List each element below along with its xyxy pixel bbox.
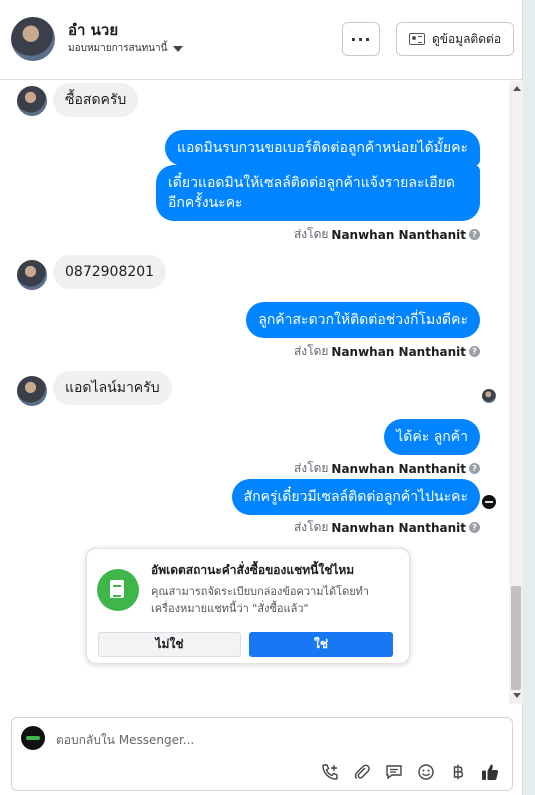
caret-down-icon xyxy=(173,45,184,52)
order-receipt-icon xyxy=(97,569,139,611)
scroll-up-arrow-icon[interactable] xyxy=(513,86,521,91)
sent-by-prefix: ส่งโดย xyxy=(293,520,329,534)
scroll-down-arrow-icon[interactable] xyxy=(513,693,521,698)
saved-reply-icon[interactable] xyxy=(384,762,404,782)
sent-by-agent: Nanwhan Nanthanit xyxy=(331,227,466,242)
sent-by-prefix: ส่งโดย xyxy=(293,461,329,475)
help-icon[interactable]: ? xyxy=(469,346,480,357)
message-thread[interactable]: ซื้อสดครับ แอดมินรบกวนขอเบอร์ติดต่อลูกค้… xyxy=(0,81,509,704)
reply-input[interactable] xyxy=(56,730,496,750)
outgoing-message: ได้ค่ะ ลูกค้า xyxy=(384,419,480,455)
sent-by-info: ส่งโดย Nanwhan Nanthanit ? xyxy=(294,518,480,537)
order-status-card: อัพเดตสถานะคำสั่งซื้อของแชทนี้ใช่ไหม คุณ… xyxy=(86,548,410,664)
contact-card-icon xyxy=(408,33,425,45)
call-add-icon[interactable] xyxy=(320,762,340,782)
sender-avatar xyxy=(17,260,47,290)
attachment-icon[interactable] xyxy=(352,762,372,782)
scroll-thumb[interactable] xyxy=(511,586,521,690)
message-composer xyxy=(11,717,513,791)
thread-scrollbar[interactable] xyxy=(509,81,523,704)
thumbs-up-icon[interactable] xyxy=(480,762,500,782)
sent-by-info: ส่งโดย Nanwhan Nanthanit ? xyxy=(294,459,480,478)
order-yes-button[interactable]: ใช่ xyxy=(249,632,393,657)
sender-avatar xyxy=(17,376,47,406)
incoming-message: แอดไลน์มาครับ xyxy=(53,371,172,405)
view-contact-info-label: ดูข้อมูลติดต่อ xyxy=(431,31,502,46)
conversation-header: อำ นวย มอบหมายการสนทนานี้ ··· ดูข้อมูลติ… xyxy=(0,0,523,80)
outgoing-message: ลูกค้าสะดวกให้ติดต่อช่วงกี่โมงดีคะ xyxy=(246,302,480,338)
baht-icon[interactable] xyxy=(448,762,468,782)
more-options-button[interactable]: ··· xyxy=(342,22,380,56)
incoming-message: 0872908201 xyxy=(53,255,167,289)
chat-panel: อำ นวย มอบหมายการสนทนานี้ ··· ดูข้อมูลติ… xyxy=(0,0,523,795)
sent-by-agent: Nanwhan Nanthanit xyxy=(331,461,466,476)
sent-by-prefix: ส่งโดย xyxy=(293,227,329,241)
sent-by-agent: Nanwhan Nanthanit xyxy=(331,344,466,359)
contact-name: อำ นวย xyxy=(68,21,119,39)
order-card-title: อัพเดตสถานะคำสั่งซื้อของแชทนี้ใช่ไหม xyxy=(151,563,355,577)
sent-by-prefix: ส่งโดย xyxy=(293,344,329,358)
contact-avatar[interactable] xyxy=(11,17,55,61)
view-contact-info-button[interactable]: ดูข้อมูลติดต่อ xyxy=(396,22,514,56)
seen-indicator-page-avatar xyxy=(482,495,496,509)
sent-by-info: ส่งโดย Nanwhan Nanthanit ? xyxy=(294,225,480,244)
help-icon[interactable]: ? xyxy=(469,463,480,474)
page-avatar xyxy=(21,726,45,750)
assign-label: มอบหมายการสนทนานี้ xyxy=(68,43,168,54)
order-no-button[interactable]: ไม่ใช่ xyxy=(98,632,241,657)
sender-avatar xyxy=(17,86,47,116)
order-card-description: คุณสามารถจัดระเบียบกล่องข้อความได้โดยทำเ… xyxy=(151,585,370,615)
assign-conversation-dropdown[interactable]: มอบหมายการสนทนานี้ xyxy=(68,41,184,56)
outgoing-message: แอดมินรบกวนขอเบอร์ติดต่อลูกค้าหน่อยได้มั… xyxy=(164,130,480,166)
help-icon[interactable]: ? xyxy=(469,522,480,533)
sent-by-info: ส่งโดย Nanwhan Nanthanit ? xyxy=(294,342,480,361)
composer-toolbar xyxy=(320,762,500,782)
help-icon[interactable]: ? xyxy=(469,229,480,240)
page-background-strip xyxy=(523,0,535,795)
emoji-icon[interactable] xyxy=(416,762,436,782)
incoming-message: ซื้อสดครับ xyxy=(53,83,139,117)
outgoing-message: สักครู่เดี๋ยวมีเซลล์ติดต่อลูกค้าไปนะคะ xyxy=(231,479,480,515)
seen-indicator-avatar xyxy=(482,389,496,403)
outgoing-message: เดี๋ยวแอดมินให้เซลล์ติดต่อลูกค้าแจ้งรายล… xyxy=(156,165,480,221)
sent-by-agent: Nanwhan Nanthanit xyxy=(331,520,466,535)
